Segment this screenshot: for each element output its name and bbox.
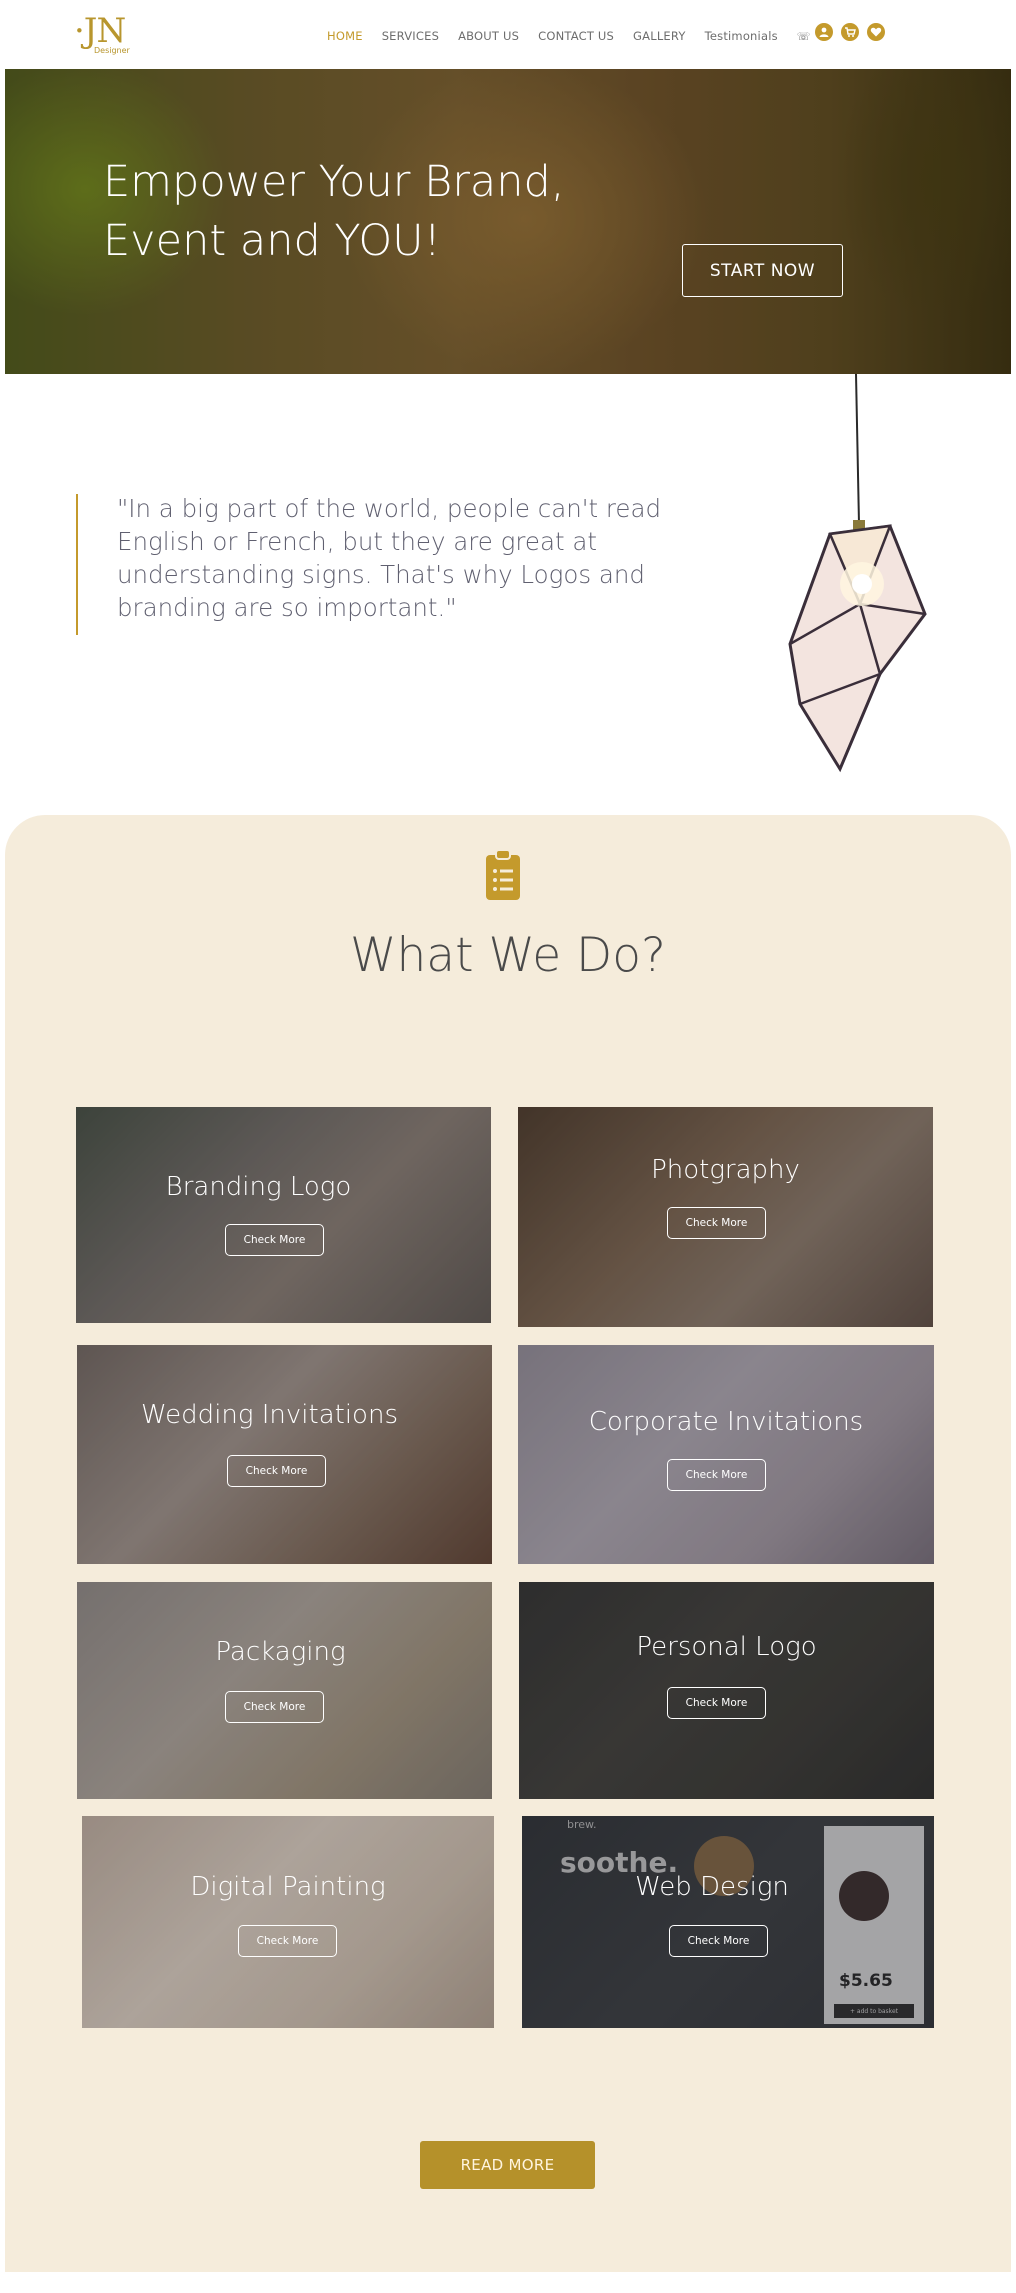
- service-card-digital-painting[interactable]: Digital Painting Check More: [82, 1816, 494, 2028]
- card-title: Corporate Invitations: [588, 1407, 864, 1437]
- service-card-personal-logo[interactable]: Personal Logo Check More: [519, 1582, 934, 1799]
- logo-subtitle: Designer: [94, 46, 130, 55]
- service-card-branding-logo[interactable]: Branding Logo Check More: [76, 1107, 491, 1323]
- check-more-button[interactable]: Check More: [669, 1925, 768, 1957]
- service-card-photography[interactable]: Photgraphy Check More: [518, 1107, 933, 1327]
- check-more-button[interactable]: Check More: [225, 1691, 324, 1723]
- service-card-packaging[interactable]: Packaging Check More: [77, 1582, 492, 1799]
- card-title: Branding Logo: [165, 1172, 352, 1202]
- check-more-button[interactable]: Check More: [667, 1459, 766, 1491]
- nav-gallery[interactable]: GALLERY: [633, 29, 686, 43]
- service-card-corporate-invitations[interactable]: Corporate Invitations Check More: [518, 1345, 934, 1564]
- start-now-button[interactable]: START NOW: [682, 244, 843, 297]
- check-more-button[interactable]: Check More: [227, 1455, 326, 1487]
- check-more-button[interactable]: Check More: [225, 1224, 324, 1256]
- card-title: Packaging: [215, 1637, 346, 1667]
- section-title: What We Do?: [350, 928, 666, 983]
- card-title: Wedding Invitations: [141, 1400, 398, 1430]
- heart-icon[interactable]: [867, 23, 885, 41]
- main-nav: HOME SERVICES ABOUT US CONTACT US GALLER…: [327, 26, 811, 46]
- quote-accent-bar: [76, 494, 78, 635]
- logo-mark: ·JN: [74, 11, 126, 51]
- pendant-lamp-image: [780, 373, 940, 774]
- read-more-button[interactable]: READ MORE: [420, 2141, 595, 2189]
- check-more-button[interactable]: Check More: [238, 1925, 337, 1957]
- nav-about-us[interactable]: ABOUT US: [458, 29, 519, 43]
- service-card-wedding-invitations[interactable]: Wedding Invitations Check More: [77, 1345, 492, 1564]
- hero-title: Empower Your Brand, Event and YOU!: [103, 153, 643, 271]
- check-more-button[interactable]: Check More: [667, 1687, 766, 1719]
- service-card-web-design[interactable]: brew. soothe. $5.65 + add to basket Web …: [522, 1816, 934, 2028]
- nav-home[interactable]: HOME: [327, 29, 363, 43]
- header-icons: [815, 23, 885, 41]
- card-title: Photgraphy: [651, 1155, 800, 1185]
- nav-services[interactable]: SERVICES: [382, 29, 439, 43]
- hero-banner: Empower Your Brand, Event and YOU! START…: [5, 69, 1011, 374]
- phone-icon[interactable]: ☏: [797, 30, 811, 43]
- hero-title-line-1: Empower Your Brand,: [103, 157, 565, 207]
- card-title: Personal Logo: [636, 1632, 817, 1662]
- site-logo[interactable]: ·JN Designer: [74, 14, 134, 64]
- cart-icon[interactable]: [841, 23, 859, 41]
- brand-quote: "In a big part of the world, people can'…: [117, 494, 662, 622]
- card-title: Web Design: [635, 1872, 789, 1902]
- clipboard-list-icon: [485, 849, 521, 901]
- user-icon[interactable]: [815, 23, 833, 41]
- nav-testimonials[interactable]: Testimonials: [705, 29, 778, 43]
- card-title: Digital Painting: [190, 1872, 386, 1902]
- check-more-button[interactable]: Check More: [667, 1207, 766, 1239]
- nav-contact-us[interactable]: CONTACT US: [538, 29, 614, 43]
- hero-title-line-2: Event and YOU!: [103, 216, 441, 266]
